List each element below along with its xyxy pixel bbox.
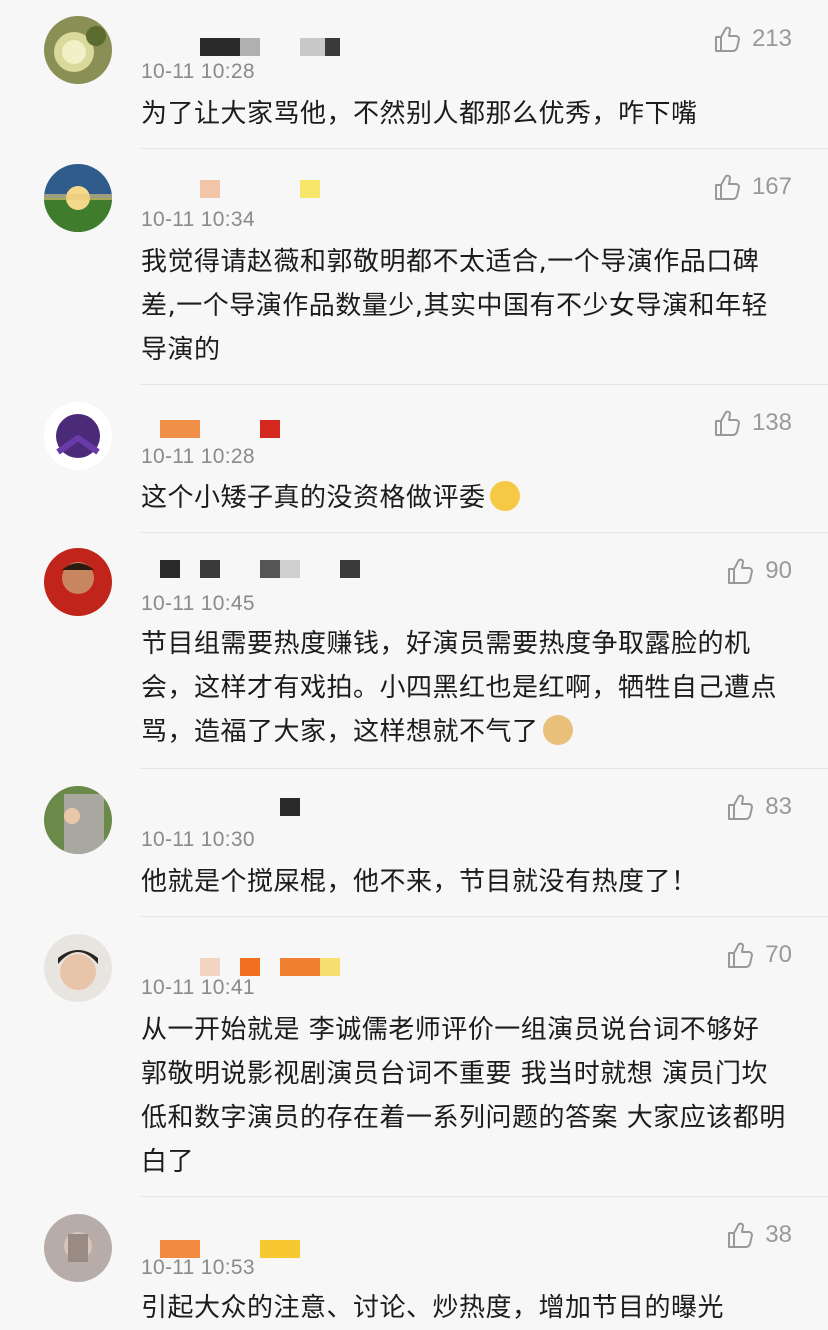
thumbs-up-icon [728,558,754,584]
comment-time: 10-11 10:34 [141,208,255,231]
comment-text-content: 节目组需要热度赚钱，好演员需要热度争取露脸的机会，这样才有戏拍。小四黑红也是红啊… [141,629,778,747]
thumbs-up-icon [714,26,740,52]
like-count: 83 [765,793,792,820]
doge-face-icon [542,715,573,745]
like-button[interactable]: 83 [725,792,792,822]
divider [141,768,828,769]
comment-time: 10-11 10:28 [141,445,255,468]
like-button[interactable]: 90 [725,556,792,586]
avatar[interactable] [44,548,112,616]
comment-time: 10-11 10:41 [141,976,255,999]
comment-text: 从一开始就是 李诚儒老师评价一组演员说台词不够好 郭敬明说影视剧演员台词不重要 … [141,1015,786,1177]
comment-text: 我觉得请赵薇和郭敬明都不太适合,一个导演作品口碑差,一个导演作品数量少,其实中国… [141,247,769,365]
avatar[interactable] [44,786,112,854]
avatar[interactable] [44,934,112,1002]
comment-time: 10-11 10:30 [141,828,255,851]
thumbs-up-icon [728,1222,754,1248]
like-count: 138 [751,409,792,436]
thumbs-up-icon [728,942,754,968]
like-count: 38 [765,1221,792,1248]
comment-text: 为了让大家骂他，不然别人都那么优秀，咋下嘴 [141,99,698,129]
thumbs-up-icon [714,174,740,200]
drooling-face-icon [489,481,520,511]
divider [141,916,828,917]
avatar[interactable] [44,164,112,232]
like-button[interactable]: 138 [712,408,792,438]
comment-text: 他就是个搅屎棍，他不来，节目就没有热度了！ [141,867,698,897]
avatar[interactable] [44,402,112,470]
like-button[interactable]: 167 [712,172,792,202]
like-count: 167 [751,173,792,200]
comment-text: 这个小矮子真的没资格做评委 [141,476,791,520]
like-count: 90 [765,557,792,584]
like-button[interactable]: 38 [725,1220,792,1250]
comment-time: 10-11 10:28 [141,60,255,83]
comment-text: 引起大众的注意、讨论、炒热度，增加节目的曝光 [141,1293,725,1323]
divider [141,384,828,385]
comment-text: 节目组需要热度赚钱，好演员需要热度争取露脸的机会，这样才有戏拍。小四黑红也是红啊… [141,622,791,754]
like-count: 70 [765,941,792,968]
comment-time: 10-11 10:45 [141,592,255,615]
thumbs-up-icon [728,794,754,820]
comment-time: 10-11 10:53 [141,1256,255,1279]
thumbs-up-icon [714,410,740,436]
divider [141,1196,828,1197]
avatar[interactable] [44,1214,112,1282]
like-button[interactable]: 213 [712,24,792,54]
like-button[interactable]: 70 [725,940,792,970]
divider [141,532,828,533]
divider [141,148,828,149]
comment-text-content: 这个小矮子真的没资格做评委 [141,483,486,513]
like-count: 213 [751,25,792,52]
avatar[interactable] [44,16,112,84]
